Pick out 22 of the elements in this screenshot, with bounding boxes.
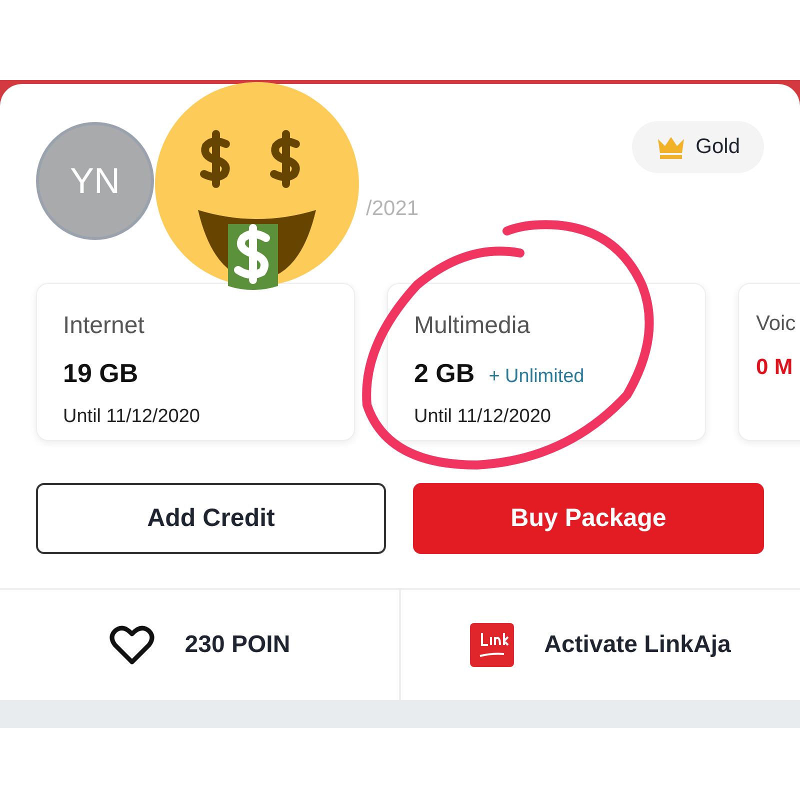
quota-card[interactable]: Internet 19 GB Until 11/12/2020 bbox=[36, 283, 355, 441]
expiry-date: Until 11/12/2020 bbox=[63, 405, 201, 429]
date-text: /2021 bbox=[366, 196, 419, 222]
heart-icon bbox=[108, 624, 155, 666]
tier-badge: Gold bbox=[632, 121, 764, 173]
expiry-date: Until 11/12/2020 bbox=[414, 405, 552, 429]
quota-card[interactable]: Multimedia 2 GB + Unlimited Until 11/12/2020 bbox=[387, 283, 706, 441]
unlimited-label: + Unlimited bbox=[488, 365, 584, 389]
quota-amount: 0 M bbox=[756, 352, 793, 380]
quota-amount: 19 GB bbox=[63, 357, 138, 390]
shortcut-label: Activate LinkAja bbox=[544, 630, 731, 660]
wallet-logo-icon bbox=[470, 623, 514, 667]
card-title: Multimedia bbox=[414, 311, 532, 341]
card-title: Internet bbox=[63, 311, 146, 341]
card-title: Voic bbox=[756, 311, 797, 337]
quota-amount: 2 GB bbox=[414, 357, 475, 390]
quota-card[interactable]: Voic 0 M bbox=[738, 283, 800, 441]
avatar: YN bbox=[36, 122, 154, 240]
crown-icon bbox=[656, 135, 686, 159]
shortcut-label: 230 POIN bbox=[184, 630, 290, 660]
add-credit-button[interactable]: Add Credit bbox=[36, 483, 386, 554]
buy-package-button[interactable]: Buy Package bbox=[413, 483, 764, 554]
